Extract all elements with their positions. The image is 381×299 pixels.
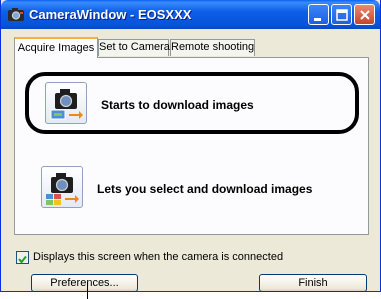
title-bar[interactable]: CameraWindow - EOSXXX (1, 0, 380, 29)
window-title: CameraWindow - EOSXXX (29, 7, 192, 22)
option-label-select: Lets you select and download images (97, 182, 313, 196)
minimize-icon (314, 18, 321, 21)
close-icon (360, 10, 370, 20)
callout-line (87, 282, 88, 299)
tab-acquire-images[interactable]: Acquire Images (14, 37, 98, 58)
checkmark-icon (18, 255, 27, 264)
option-label-download: Starts to download images (101, 98, 254, 112)
tab-remote-shooting[interactable]: Remote shooting (170, 39, 255, 56)
startup-checkbox-label: Displays this screen when the camera is … (33, 251, 284, 263)
minimize-button[interactable] (308, 4, 329, 25)
finish-button[interactable]: Finish (259, 274, 367, 292)
maximize-button[interactable] (331, 4, 352, 25)
option-download-images[interactable]: Starts to download images (25, 72, 359, 134)
maximize-icon (336, 9, 348, 21)
camera-select-icon (41, 166, 83, 208)
tab-panel: Starts to download images Lets you selec… (14, 57, 369, 235)
close-button[interactable] (354, 4, 375, 25)
camerawindow-dialog: CameraWindow - EOSXXX Acquire Images Set… (0, 0, 381, 292)
preferences-button[interactable]: Preferences... (31, 274, 138, 292)
startup-checkbox[interactable] (16, 251, 29, 264)
camera-download-icon (45, 82, 87, 124)
tab-set-to-camera[interactable]: Set to Camera (98, 39, 170, 56)
camera-app-icon (8, 8, 24, 21)
option-select-download-images[interactable]: Lets you select and download images (25, 158, 359, 220)
